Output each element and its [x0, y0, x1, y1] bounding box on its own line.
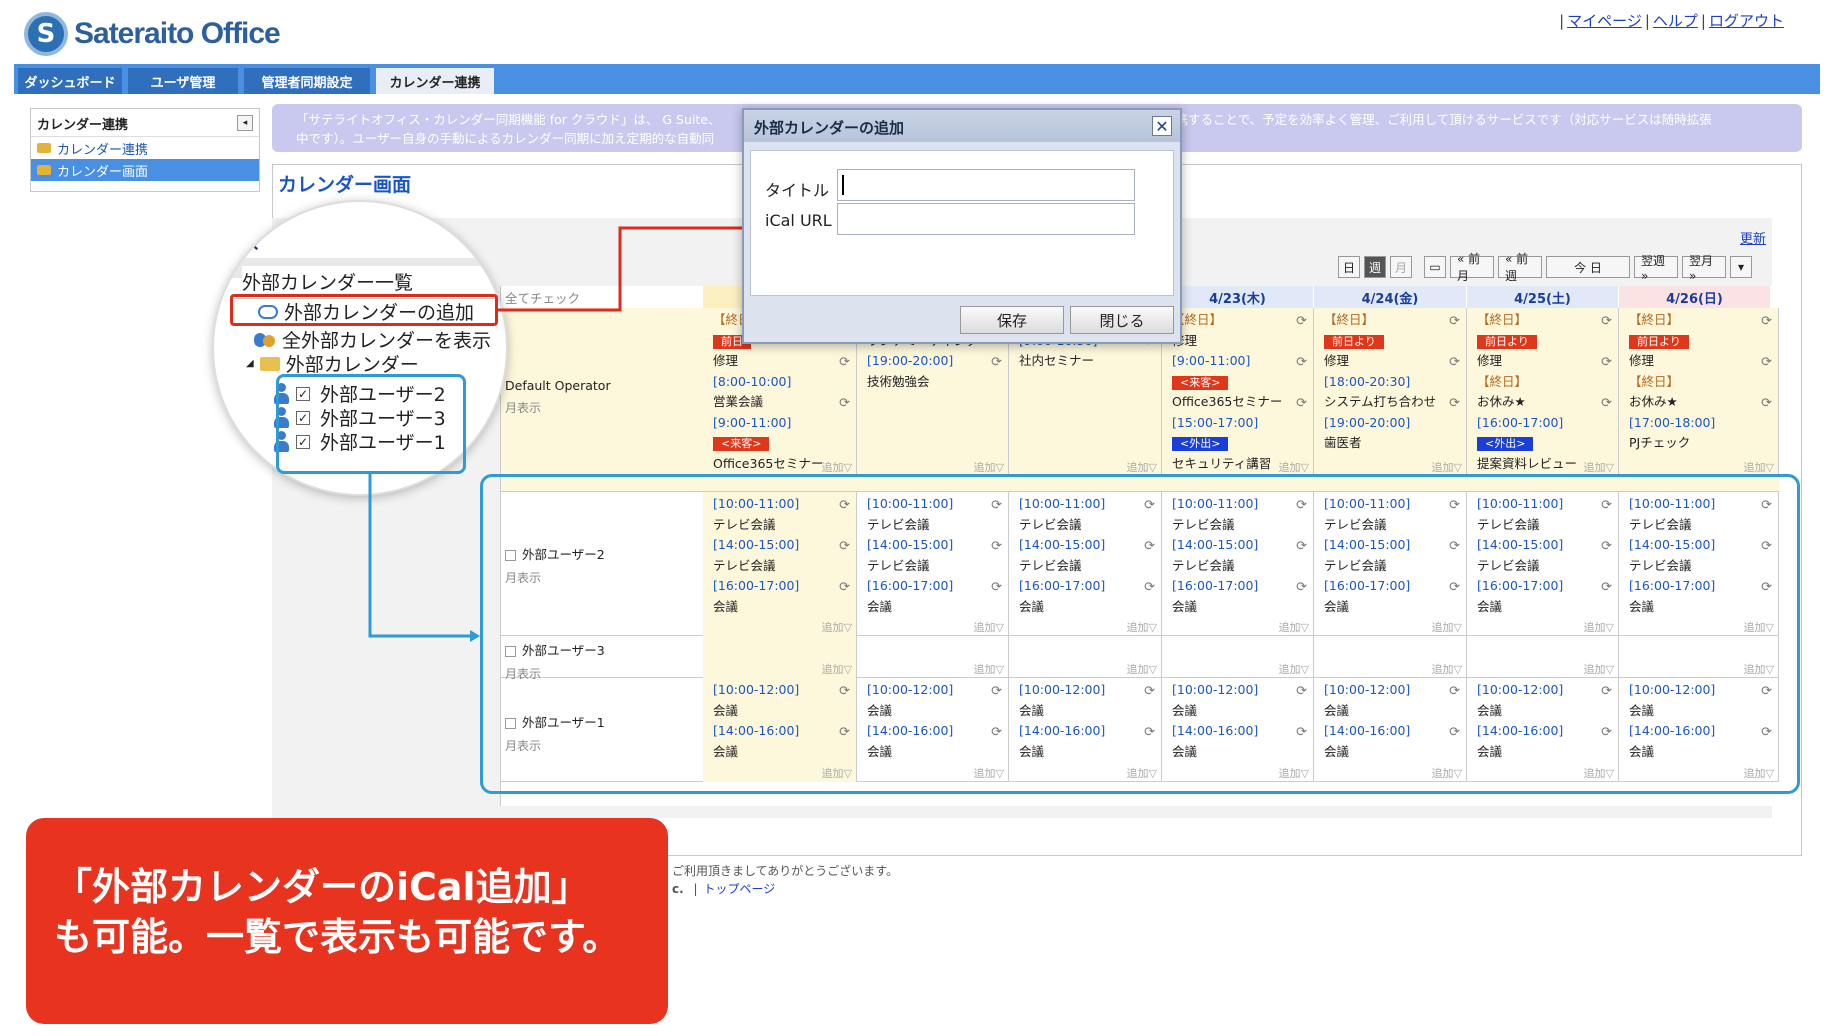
top-page-link[interactable]: トップページ [704, 882, 776, 896]
promo-callout: 「外部カレンダーのiCal追加」 も可能。一覧で表示も可能です。 [26, 818, 668, 1024]
promo-line-2: も可能。一覧で表示も可能です。 [54, 915, 621, 959]
dialog-title: 外部カレンダーの追加 [744, 110, 1180, 142]
title-input[interactable] [837, 169, 1135, 201]
promo-line-1: 「外部カレンダーのiCal追加」 [54, 865, 590, 909]
text-cursor [842, 175, 844, 195]
app-window: S Sateraito Office | マイページ | ヘルプ | ログアウト ダッシュ… [0, 0, 1834, 1036]
save-button[interactable]: 保存 [960, 306, 1064, 334]
close-button[interactable]: 閉じる [1070, 306, 1174, 334]
footer-thanks: ご利用頂きましてありがとうございます。 [672, 864, 899, 878]
add-external-calendar-dialog: 外部カレンダーの追加 ✕ タイトル iCal URL 保存 閉じる [742, 108, 1182, 344]
ical-url-input[interactable] [837, 203, 1135, 235]
ical-url-label: iCal URL [765, 211, 832, 230]
footer: ご利用頂きましてありがとうございます。 c. | トップページ [672, 864, 899, 896]
close-icon[interactable]: ✕ [1152, 116, 1172, 136]
title-label: タイトル [765, 181, 830, 200]
